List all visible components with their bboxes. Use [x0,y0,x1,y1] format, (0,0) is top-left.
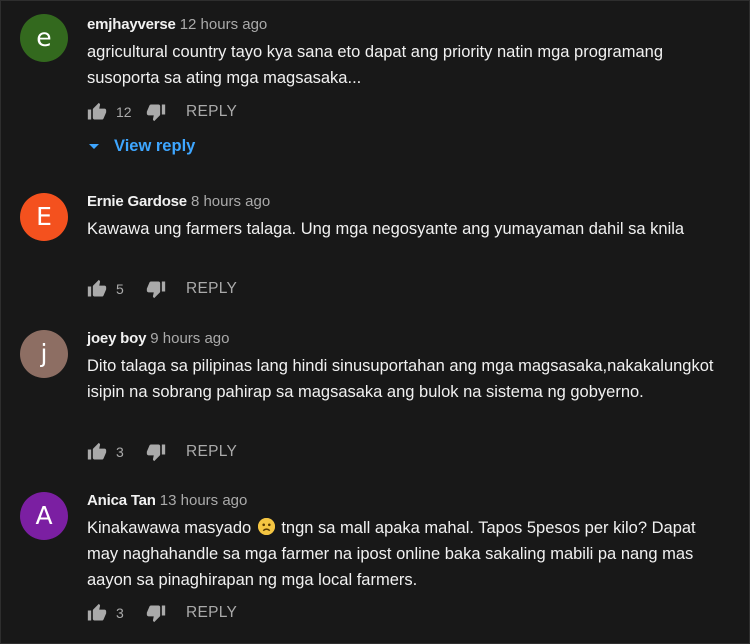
avatar[interactable]: e [20,14,68,62]
reply-button[interactable]: REPLY [186,443,237,461]
thumbs-down-icon[interactable] [146,442,166,462]
like-count: 12 [116,104,132,120]
comment-actions: 3 REPLY [87,601,237,625]
comment-text: Kawawa ung farmers talaga. Ung mga negos… [87,220,685,238]
comment-author[interactable]: Ernie Gardose [87,193,187,210]
avatar[interactable]: j [20,330,68,378]
comment-actions: 12 REPLY [87,100,237,124]
thumbs-up-icon[interactable] [87,102,107,122]
reply-button[interactable]: REPLY [186,604,237,622]
comment-header: joey boy 9 hours ago [87,330,730,348]
comment-header: Anica Tan 13 hours ago [87,492,730,510]
thumbs-down-icon[interactable] [146,102,166,122]
like-count: 3 [116,444,124,460]
view-reply-button[interactable]: View reply [87,136,195,156]
sad-face-emoji-icon [257,518,275,535]
like-count: 5 [116,281,124,297]
reply-button[interactable]: REPLY [186,103,237,121]
comment-author[interactable]: emjhayverse [87,16,176,33]
comment-time[interactable]: 13 hours ago [160,492,248,509]
thumbs-up-icon[interactable] [87,279,107,299]
caret-down-icon [87,139,101,153]
thumbs-up-icon[interactable] [87,442,107,462]
thumbs-down-icon[interactable] [146,279,166,299]
comment-time[interactable]: 12 hours ago [180,16,268,33]
avatar[interactable]: E [20,193,68,241]
comment-actions: 5 REPLY [87,277,237,301]
comment-header: Ernie Gardose 8 hours ago [87,193,730,211]
comment-text: Kinakawawa masyado tngn sa mall apaka ma… [87,515,730,593]
view-reply-label: View reply [114,136,196,155]
comment-actions: 3 REPLY [87,440,237,464]
comment-author[interactable]: joey boy [87,330,146,347]
comment-time[interactable]: 9 hours ago [150,330,229,347]
comment-time[interactable]: 8 hours ago [191,193,270,210]
comment-text-part: Kinakawawa masyado [87,519,256,537]
comment-text: agricultural country tayo kya sana eto d… [87,43,663,87]
comment-header: emjhayverse 12 hours ago [87,16,730,34]
like-count: 3 [116,605,124,621]
avatar[interactable]: A [20,492,68,540]
reply-button[interactable]: REPLY [186,280,237,298]
thumbs-down-icon[interactable] [146,603,166,623]
comment-text: Dito talaga sa pilipinas lang hindi sinu… [87,357,714,401]
thumbs-up-icon[interactable] [87,603,107,623]
comment-author[interactable]: Anica Tan [87,492,156,509]
